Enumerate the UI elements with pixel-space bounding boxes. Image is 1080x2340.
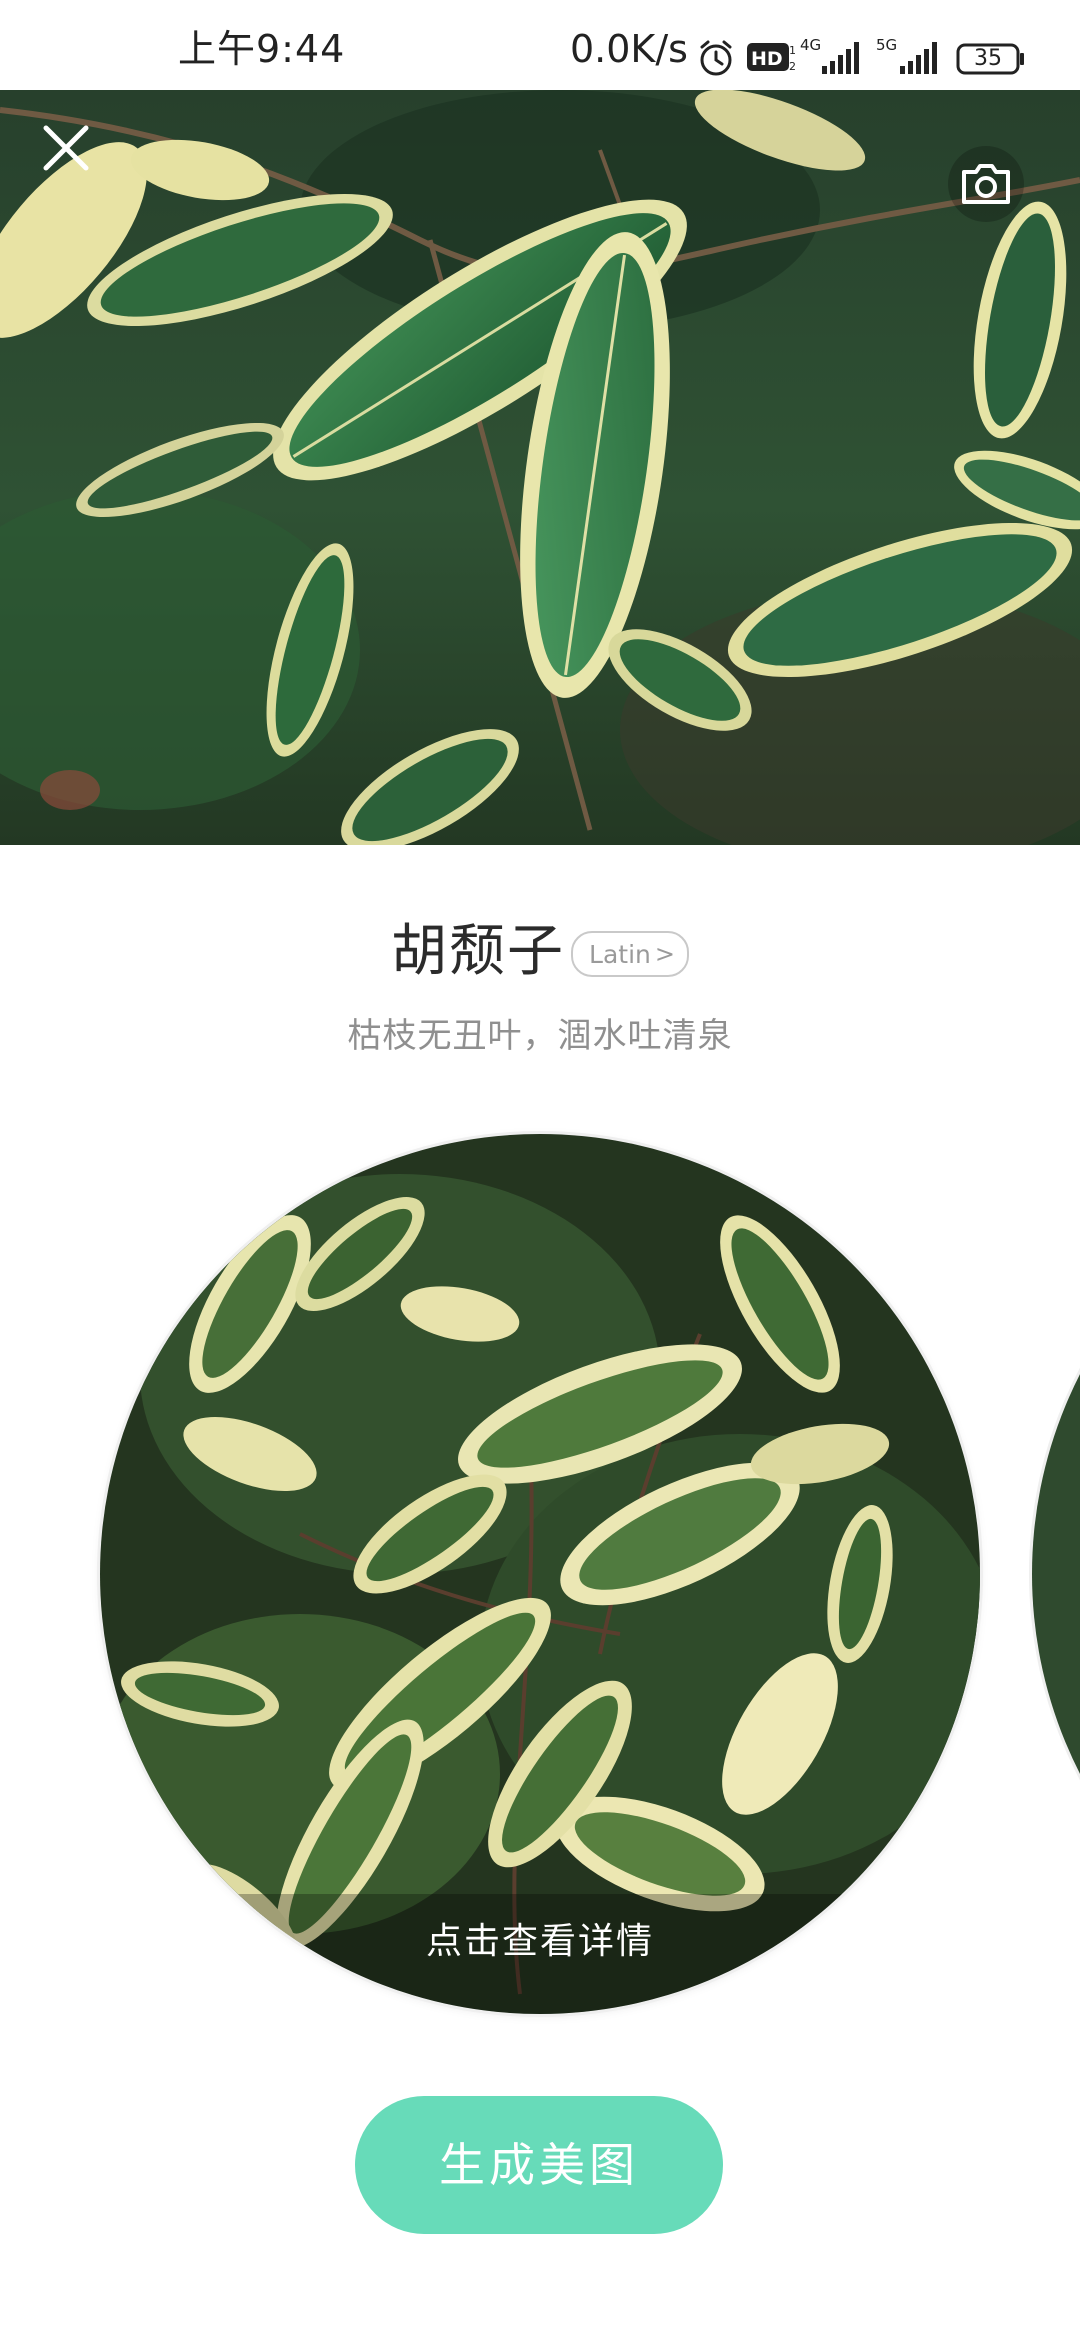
- generate-image-button[interactable]: 生成美图: [355, 2096, 723, 2234]
- latin-name-button[interactable]: Latin >: [571, 931, 689, 977]
- battery-level: 35: [974, 46, 1002, 71]
- chevron-right-icon: >: [654, 940, 675, 968]
- plant-photo-card[interactable]: 点击查看详情: [100, 1134, 980, 2014]
- plant-result-screen: 上午9:44 0.0K/s HD 1 2 4G 5G 35 胡颓子 Latin …: [0, 0, 1080, 2340]
- plant-name: 胡颓子: [391, 919, 566, 984]
- plant-photo-image: [100, 1134, 980, 2014]
- next-photo-card[interactable]: [1032, 1134, 1080, 2014]
- alarm-icon: [700, 40, 732, 76]
- svg-text:2: 2: [789, 60, 796, 73]
- signal-4g-icon: 4G: [800, 36, 859, 74]
- hd-voice-icon: HD 1 2: [747, 43, 796, 73]
- latin-label: Latin: [589, 939, 651, 969]
- camera-icon: [962, 164, 1010, 204]
- plant-title-row: 胡颓子 Latin >: [0, 912, 1080, 992]
- close-icon[interactable]: [28, 110, 104, 186]
- svg-text:4G: 4G: [800, 36, 821, 54]
- view-details-label[interactable]: 点击查看详情: [100, 1912, 980, 1964]
- status-bar: 上午9:44 0.0K/s HD 1 2 4G 5G 35: [0, 0, 1080, 90]
- hero-leaves-image: [0, 90, 1080, 845]
- network-speed: 0.0K/s: [570, 27, 688, 71]
- svg-text:1: 1: [789, 44, 796, 57]
- svg-text:HD: HD: [751, 48, 783, 70]
- plant-poem: 枯枝无丑叶，涸水吐清泉: [347, 1016, 733, 1056]
- camera-button[interactable]: [948, 146, 1024, 222]
- hero-photo: [0, 90, 1080, 845]
- svg-text:5G: 5G: [876, 36, 897, 54]
- signal-5g-icon: 5G: [876, 36, 937, 74]
- status-time: 上午9:44: [178, 27, 346, 71]
